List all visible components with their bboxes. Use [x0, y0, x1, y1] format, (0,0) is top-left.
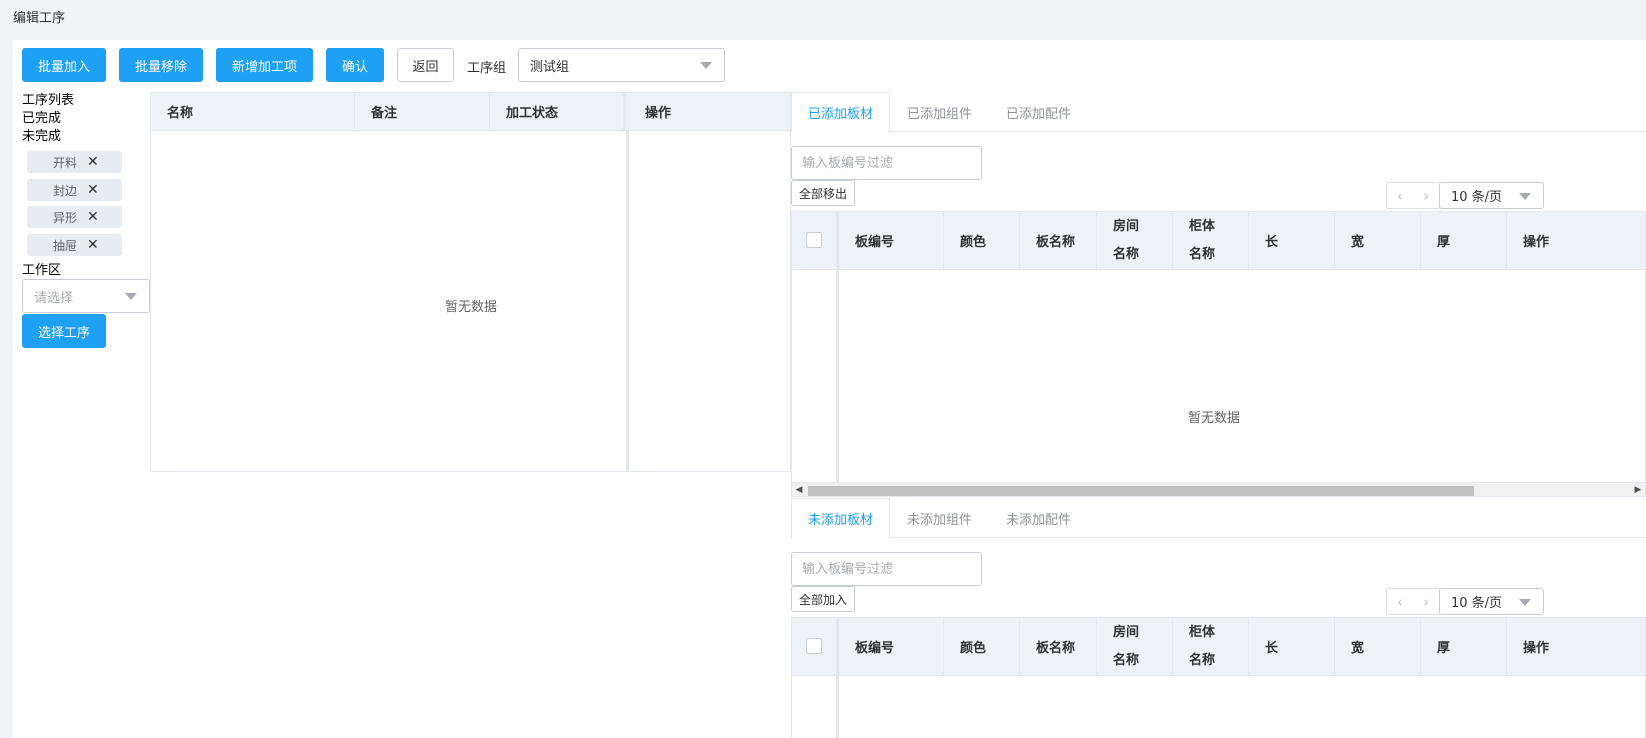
chevron-down-icon: [700, 62, 712, 69]
chevron-down-icon: [125, 293, 137, 300]
page-size-value: 10 条/页: [1451, 190, 1503, 205]
chevron-left-icon[interactable]: ‹: [1397, 593, 1403, 611]
chevron-right-icon[interactable]: ›: [1423, 593, 1429, 611]
column-header-remark: 备注: [355, 93, 490, 130]
main-panel: 批量加入 批量移除 新增加工项 确认 返回 工序组 测试组 工序列表 已完成 未…: [13, 40, 1646, 738]
close-icon[interactable]: ✕: [87, 238, 99, 252]
added-page-size-select[interactable]: 10 条/页: [1439, 182, 1544, 209]
batch-add-button[interactable]: 批量加入: [22, 48, 106, 82]
not-added-tabs: 未添加板材 未添加组件 未添加配件: [791, 498, 1646, 539]
column-header-width: 宽: [1335, 212, 1421, 269]
work-area-select[interactable]: 请选择: [22, 279, 150, 313]
process-tag-label: 抽屉: [53, 238, 78, 253]
chevron-down-icon: [1519, 598, 1531, 606]
not-added-filter-input[interactable]: [791, 552, 982, 586]
not-added-page-size-select[interactable]: 10 条/页: [1439, 588, 1544, 615]
done-label[interactable]: 已完成: [22, 110, 61, 128]
page-size-value: 10 条/页: [1451, 596, 1503, 611]
process-group-label: 工序组: [467, 61, 507, 76]
tab-added-components[interactable]: 已添加组件: [890, 92, 989, 132]
fixed-column-divider: [626, 131, 629, 471]
process-tag: 开料 ✕: [27, 151, 122, 173]
column-header-board-name: 板名称: [1020, 618, 1097, 675]
chevron-left-icon[interactable]: ‹: [1397, 187, 1403, 205]
tab-not-added-boards[interactable]: 未添加板材: [791, 498, 890, 539]
process-list-label: 工序列表: [22, 93, 75, 108]
process-table: 名称 备注 加工状态 操作 暂无数据: [150, 92, 791, 472]
not-added-table-header: 板编号 颜色 板名称 房间名称 柜体名称 长 宽 厚 操作: [792, 618, 1645, 676]
pager: ‹ ›: [1386, 182, 1440, 209]
process-group-value: 测试组: [530, 59, 570, 75]
add-process-item-button[interactable]: 新增加工项: [216, 48, 313, 82]
column-header-color: 颜色: [944, 618, 1020, 675]
close-icon[interactable]: ✕: [87, 155, 99, 169]
page-title: 编辑工序: [13, 11, 66, 26]
process-tag-label: 开料: [53, 155, 78, 170]
horizontal-scrollbar[interactable]: ◀ ▶: [792, 482, 1645, 496]
column-header-thickness: 厚: [1421, 212, 1507, 269]
undone-label[interactable]: 未完成: [22, 128, 61, 146]
column-header-board-name: 板名称: [1020, 212, 1097, 269]
column-header-action: 操作: [1523, 641, 1550, 656]
pager: ‹ ›: [1386, 588, 1440, 615]
tab-added-boards[interactable]: 已添加板材: [791, 92, 890, 133]
batch-remove-button[interactable]: 批量移除: [119, 48, 203, 82]
select-all-cell: [792, 618, 839, 675]
column-header-board-no: 板编号: [839, 618, 944, 675]
fixed-column-divider: [836, 270, 839, 482]
process-table-header: 名称 备注 加工状态 操作: [151, 93, 790, 131]
process-group-select[interactable]: 测试组: [518, 48, 725, 82]
added-tabs: 已添加板材 已添加组件 已添加配件: [791, 92, 1646, 133]
scroll-right-icon[interactable]: ▶: [1631, 483, 1645, 497]
close-icon[interactable]: ✕: [87, 183, 99, 197]
column-header-room-name: 房间名称: [1097, 618, 1173, 675]
column-header-name: 名称: [151, 93, 355, 130]
work-area-placeholder: 请选择: [34, 290, 74, 306]
process-tag: 抽屉 ✕: [27, 234, 122, 256]
select-all-checkbox[interactable]: [806, 232, 822, 248]
tab-added-accessories[interactable]: 已添加配件: [989, 92, 1088, 132]
select-all-checkbox[interactable]: [806, 638, 822, 654]
added-table-header: 板编号 颜色 板名称 房间名称 柜体名称 长 宽 厚 操作: [792, 212, 1645, 270]
process-tag-label: 封边: [53, 183, 78, 198]
column-header-length: 长: [1249, 212, 1335, 269]
empty-text: 暂无数据: [1188, 411, 1241, 426]
column-header-width: 宽: [1335, 618, 1421, 675]
column-header-action: 操作: [1523, 235, 1550, 250]
process-tag: 异形 ✕: [27, 206, 122, 228]
column-header-color: 颜色: [944, 212, 1020, 269]
tab-not-added-accessories[interactable]: 未添加配件: [989, 498, 1088, 538]
column-header-cabinet-name: 柜体名称: [1173, 212, 1249, 269]
scroll-left-icon[interactable]: ◀: [792, 483, 806, 497]
work-area-label: 工作区: [22, 263, 62, 278]
chevron-down-icon: [1519, 192, 1531, 200]
tab-not-added-components[interactable]: 未添加组件: [890, 498, 989, 538]
column-header-thickness: 厚: [1421, 618, 1507, 675]
close-icon[interactable]: ✕: [87, 210, 99, 224]
column-header-action: 操作: [645, 106, 672, 121]
empty-text: 暂无数据: [445, 300, 498, 315]
column-header-board-no: 板编号: [839, 212, 944, 269]
process-tag-label: 异形: [53, 210, 78, 225]
column-header-cabinet-name: 柜体名称: [1173, 618, 1249, 675]
column-header-room-name: 房间名称: [1097, 212, 1173, 269]
confirm-button[interactable]: 确认: [326, 48, 384, 82]
not-added-boards-table: 板编号 颜色 板名称 房间名称 柜体名称 长 宽 厚 操作: [791, 617, 1646, 738]
added-filter-input[interactable]: [791, 146, 982, 180]
column-header-length: 长: [1249, 618, 1335, 675]
back-button[interactable]: 返回: [397, 48, 454, 82]
process-tag: 封边 ✕: [27, 179, 122, 201]
add-all-button[interactable]: 全部加入: [791, 586, 855, 612]
select-all-cell: [792, 212, 839, 269]
added-boards-table: 板编号 颜色 板名称 房间名称 柜体名称 长 宽 厚 操作 暂无数据 ◀ ▶: [791, 211, 1646, 497]
column-header-status: 加工状态: [490, 93, 626, 130]
select-process-button[interactable]: 选择工序: [22, 314, 106, 348]
scrollbar-thumb[interactable]: [808, 486, 1474, 496]
fixed-column-divider: [836, 676, 839, 738]
chevron-right-icon[interactable]: ›: [1423, 187, 1429, 205]
remove-all-button[interactable]: 全部移出: [791, 180, 855, 206]
